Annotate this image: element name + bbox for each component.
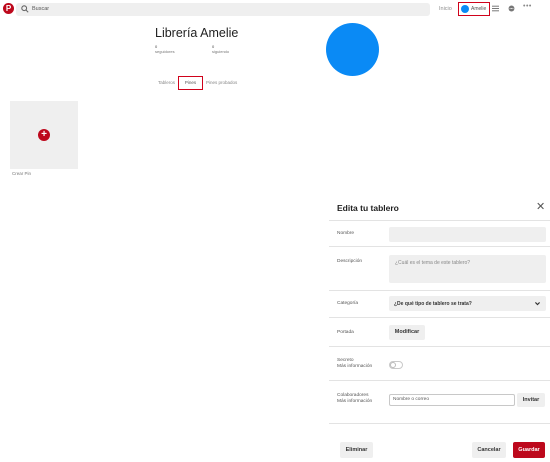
tab-pines[interactable]: Pines [178,76,203,90]
invite-button[interactable]: Invitar [517,393,545,407]
more-dots-icon[interactable]: ••• [523,3,532,10]
divider [329,220,550,221]
name-field[interactable] [389,227,546,242]
user-avatar [461,5,469,13]
close-icon[interactable]: ✕ [536,202,545,213]
search-input[interactable]: Buscar [16,3,430,16]
description-field[interactable]: ¿Cuál es el tema de este tablero? [389,255,546,283]
collaborator-placeholder: Nombre o correo [393,397,429,402]
collaborator-input[interactable]: Nombre o correo [389,394,515,406]
pinterest-logo-icon[interactable]: P [3,3,14,14]
followers-stat[interactable]: 0 seguidores [155,44,175,54]
nav-user-button[interactable]: Amelie [458,2,490,16]
nav-user-name: Amelie [471,6,487,12]
divider [329,317,550,318]
edit-board-title: Edita tu tablero [337,203,399,213]
category-value: ¿De qué tipo de tablero se trata? [394,301,472,307]
following-stat[interactable]: 0 siguiendo [212,44,229,54]
name-label: Nombre [337,231,355,236]
save-button[interactable]: Guardar [513,442,545,458]
profile-name: Librería Amelie [155,26,239,40]
create-pin-card[interactable]: + [10,101,78,169]
description-label: Descripción [337,259,363,264]
divider [329,423,550,424]
chat-bubble-icon[interactable] [508,5,515,12]
followers-label: seguidores [155,49,175,54]
cover-modify-button[interactable]: Modificar [389,325,425,340]
toggle-knob [390,362,396,368]
tab-pines-probados[interactable]: Pines probados [206,80,237,85]
category-select[interactable]: ¿De qué tipo de tablero se trata? [389,296,546,311]
secret-more-info-link[interactable]: Más información [337,364,372,370]
secret-toggle[interactable] [389,361,403,369]
divider [329,246,550,247]
hamburger-menu-icon[interactable] [492,5,499,12]
edit-board-panel: Edita tu tablero ✕ Nombre Descripción ¿C… [329,190,550,462]
cancel-button[interactable]: Cancelar [472,442,506,458]
category-label: Categoría [337,301,359,306]
tab-tableros[interactable]: Tableros [158,80,175,85]
description-placeholder: ¿Cuál es el tema de este tablero? [395,260,471,266]
create-pin-label: Crear Pin [12,171,32,176]
collaborators-more-info-link[interactable]: Más información [337,399,372,405]
chevron-down-icon [535,302,540,306]
search-placeholder: Buscar [32,6,50,12]
profile-avatar[interactable] [326,23,379,76]
delete-button[interactable]: Eliminar [340,442,373,458]
following-label: siguiendo [212,49,230,54]
divider [329,290,550,291]
cover-label: Portada [337,330,354,335]
nav-home-link[interactable]: Inicio [439,6,452,12]
search-icon [21,5,29,13]
add-icon: + [38,129,50,141]
divider [329,346,550,347]
top-bar: P Buscar Inicio Amelie ••• [0,0,550,19]
divider [329,380,550,381]
